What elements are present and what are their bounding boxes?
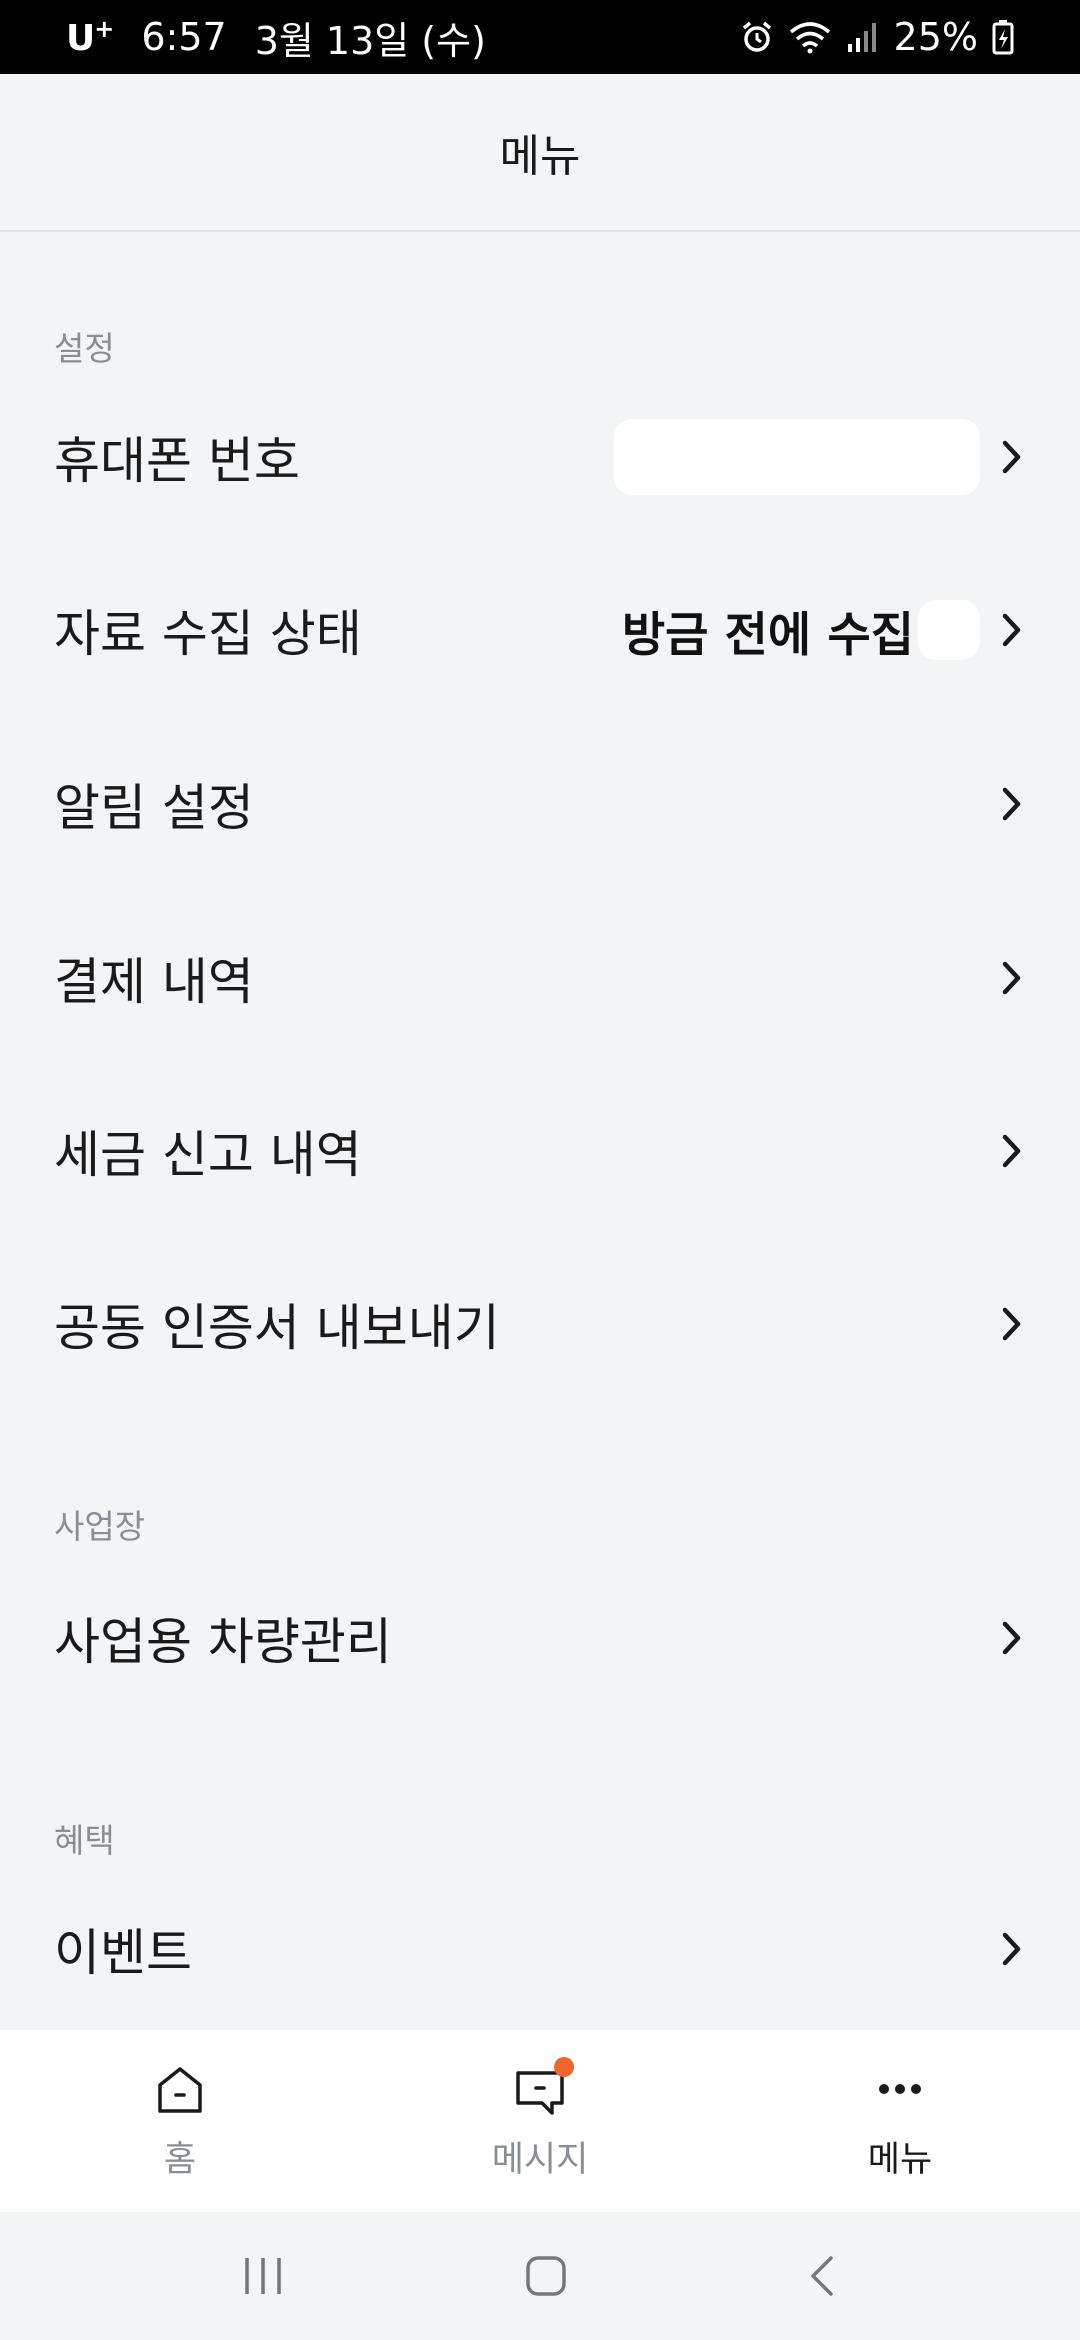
menu-item-label: 휴대폰 번호: [54, 432, 300, 490]
chevron-right-icon: [1002, 787, 1021, 821]
nav-item-messages[interactable]: 메시지: [360, 2030, 720, 2212]
status-bar: U+ 6:57 3월 13일 (수) 25%: [0, 0, 1080, 74]
carrier-label: U+: [66, 15, 114, 59]
signal-icon: [847, 23, 876, 52]
header: 메뉴: [0, 74, 1080, 232]
menu-item-export-certificate[interactable]: 공동 인증서 내보내기: [0, 1249, 1080, 1399]
status-time: 6:57: [141, 15, 227, 59]
menu-item-label: 결제 내역: [54, 953, 254, 1011]
chevron-right-icon: [1002, 440, 1021, 474]
menu-item-phone-number[interactable]: 휴대폰 번호: [0, 382, 1080, 532]
menu-item-notification-settings[interactable]: 알림 설정: [0, 729, 1080, 879]
screen: U+ 6:57 3월 13일 (수) 25% 메뉴 설정 휴대폰 번호 자료 수…: [0, 0, 1080, 2340]
section-label-settings: 설정: [54, 329, 115, 368]
wifi-icon: [789, 22, 830, 54]
home-icon: [158, 2066, 202, 2113]
redacted-area: [918, 600, 980, 660]
page-title: 메뉴: [499, 131, 581, 182]
back-icon[interactable]: [805, 2254, 841, 2298]
phone-number-value: [614, 419, 980, 495]
nav-item-home[interactable]: 홈: [0, 2030, 360, 2212]
nav-label-home: 홈: [163, 2139, 197, 2180]
menu-item-label: 사업용 차량관리: [54, 1613, 392, 1671]
menu-item-label: 자료 수집 상태: [54, 605, 362, 663]
menu-item-label: 세금 신고 내역: [54, 1126, 362, 1184]
chevron-right-icon: [1002, 1932, 1021, 1966]
menu-item-label: 이벤트: [54, 1924, 192, 1982]
notification-badge: [554, 2056, 574, 2077]
message-icon-wrap: [512, 2056, 574, 2117]
nav-label-menu: 메뉴: [867, 2139, 933, 2180]
section-label-benefits: 혜택: [54, 1821, 115, 1860]
more-dots-icon: [879, 2083, 921, 2094]
chevron-right-icon: [1002, 1621, 1021, 1655]
alarm-icon: [742, 21, 771, 52]
menu-item-event[interactable]: 이벤트: [0, 1874, 1080, 2024]
section-label-business: 사업장: [54, 1507, 146, 1546]
menu-item-data-collection-status[interactable]: 자료 수집 상태 방금 전에 수집: [0, 555, 1080, 705]
recent-apps-icon[interactable]: [239, 2254, 287, 2298]
menu-item-tax-filing-history[interactable]: 세금 신고 내역: [0, 1076, 1080, 1226]
battery-percent: 25%: [893, 15, 978, 59]
menu-item-label: 공동 인증서 내보내기: [54, 1299, 500, 1357]
collection-status-value: 방금 전에 수집: [621, 607, 914, 663]
chevron-right-icon: [1002, 1134, 1021, 1168]
menu-item-payment-history[interactable]: 결제 내역: [0, 903, 1080, 1053]
bottom-nav: 홈 메시지 메뉴: [0, 2030, 1080, 2212]
chevron-right-icon: [1002, 1307, 1021, 1341]
battery-icon: [992, 20, 1014, 55]
status-date: 3월 13일 (수): [254, 18, 486, 63]
nav-item-menu[interactable]: 메뉴: [720, 2030, 1080, 2212]
home-button-icon[interactable]: [524, 2254, 568, 2298]
menu-item-label: 알림 설정: [54, 779, 254, 837]
menu-item-business-vehicle[interactable]: 사업용 차량관리: [0, 1563, 1080, 1713]
chevron-right-icon: [1002, 961, 1021, 995]
chevron-right-icon: [1002, 613, 1021, 647]
system-nav-bar: [0, 2212, 1080, 2340]
nav-label-messages: 메시지: [491, 2139, 589, 2180]
